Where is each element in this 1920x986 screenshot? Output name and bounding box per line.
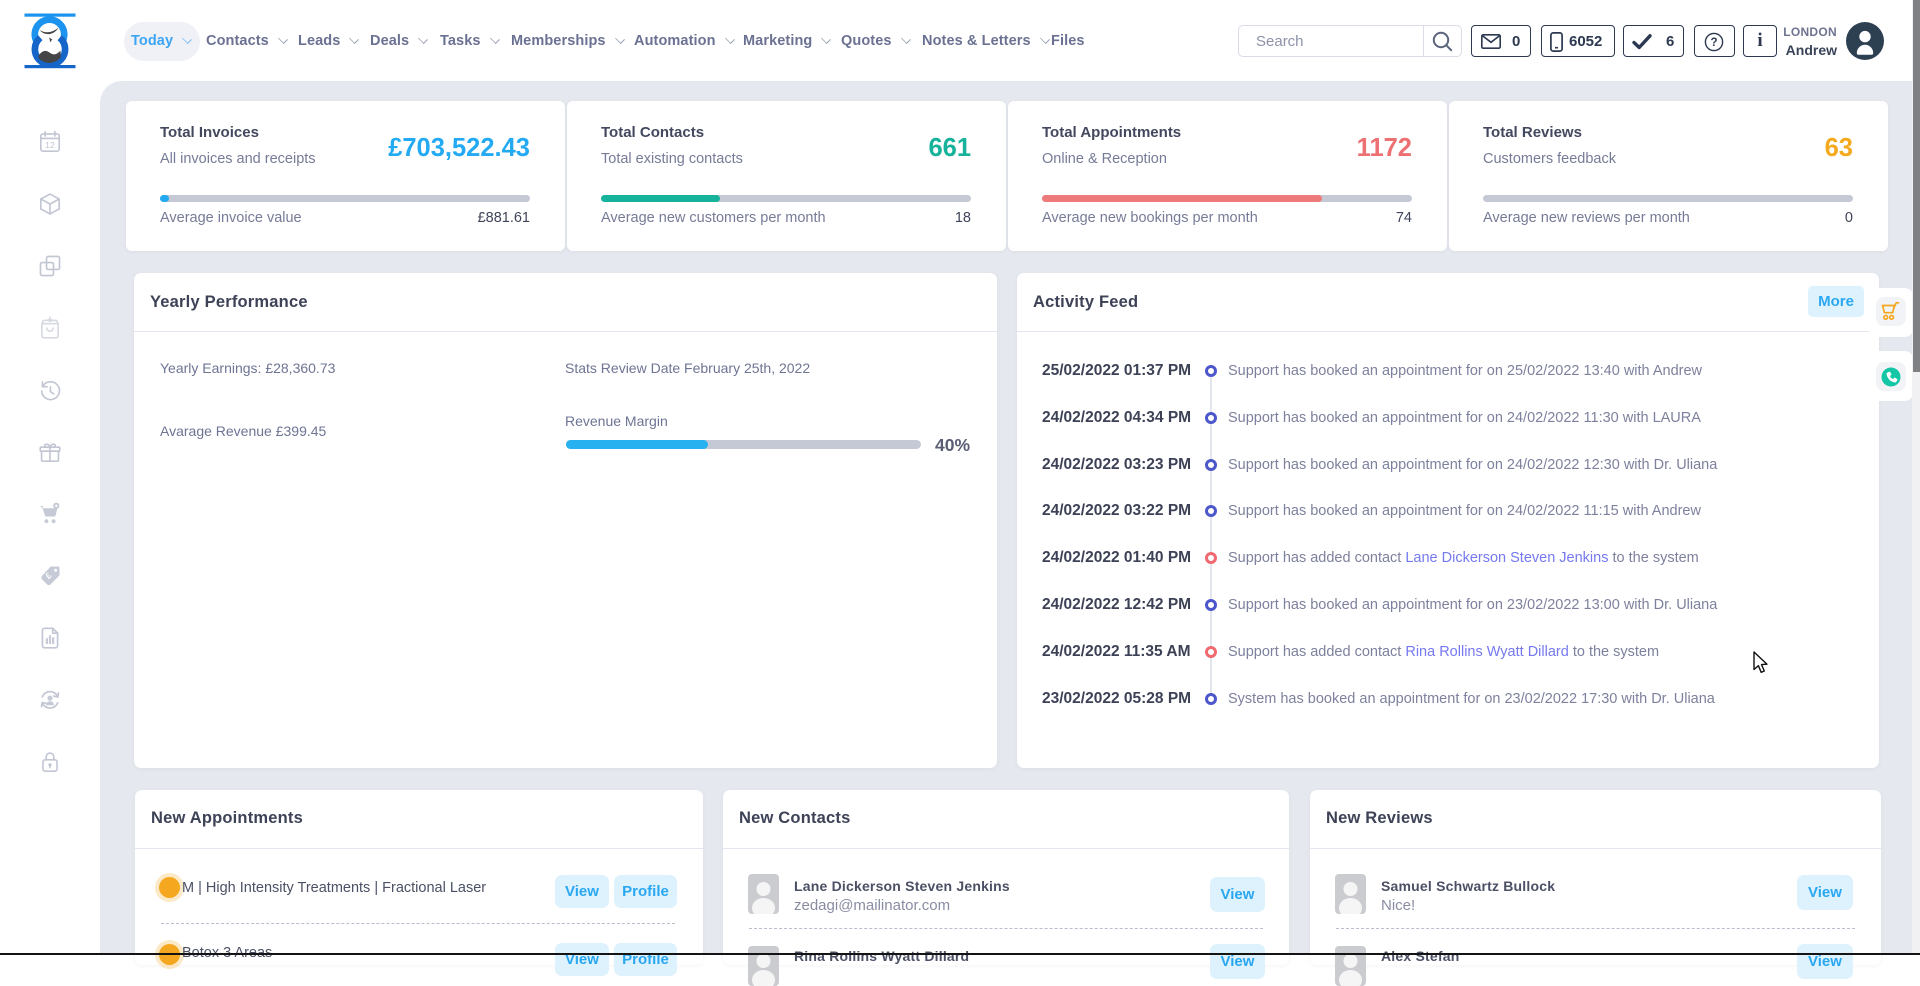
svg-text:12: 12 <box>45 140 55 150</box>
